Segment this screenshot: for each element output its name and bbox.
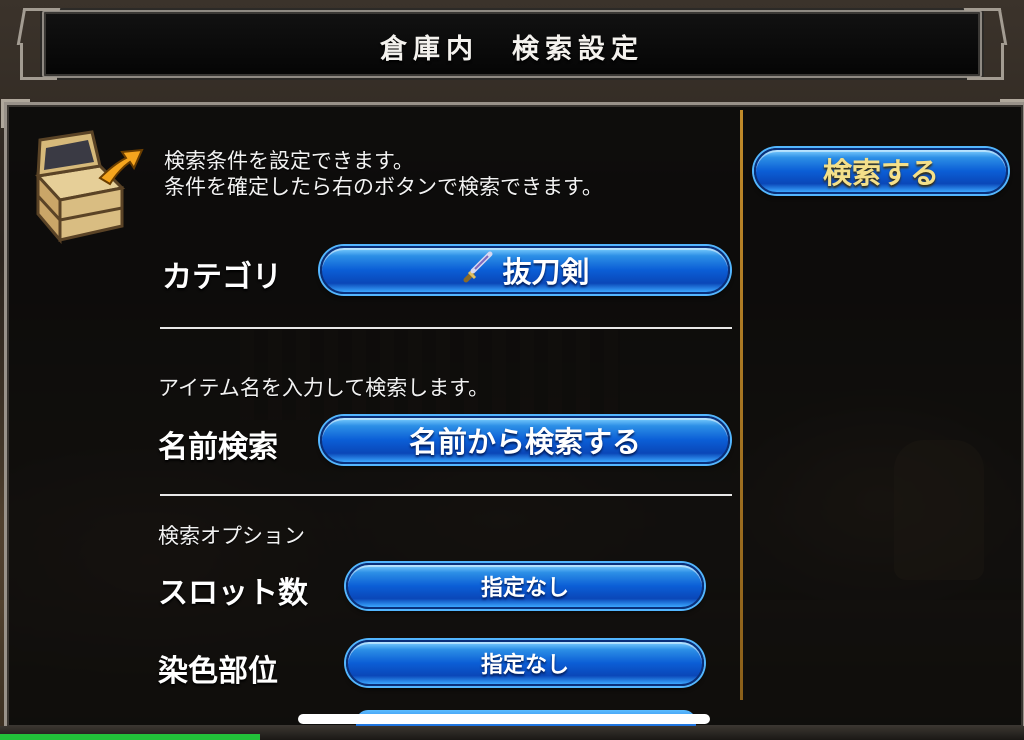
search-options-heading: 検索オプション bbox=[158, 524, 305, 548]
section-divider bbox=[160, 494, 732, 496]
slot-count-label: スロット数 bbox=[158, 576, 308, 611]
slot-count-select-button[interactable]: 指定なし bbox=[346, 563, 704, 609]
frame-corner-ornament bbox=[1, 99, 30, 128]
frame-corner-ornament bbox=[1000, 99, 1024, 128]
search-button[interactable]: 検索する bbox=[754, 148, 1008, 194]
name-search-description: アイテム名を入力して検索します。 bbox=[158, 376, 490, 400]
status-bar-fill bbox=[0, 734, 260, 740]
dye-part-label: 染色部位 bbox=[158, 654, 278, 689]
treasure-chest-icon bbox=[30, 128, 150, 248]
title-bar: 倉庫内 検索設定 bbox=[16, 8, 1008, 80]
sword-icon bbox=[460, 250, 494, 291]
intro-line-2: 条件を確定したら右のボタンで検索できます。 bbox=[164, 175, 603, 199]
name-search-button-label: 名前から検索する bbox=[408, 425, 641, 459]
dye-part-select-button[interactable]: 指定なし bbox=[346, 640, 704, 686]
slot-count-value: 指定なし bbox=[480, 576, 569, 601]
intro-line-1: 検索条件を設定できます。 bbox=[164, 149, 414, 173]
section-divider bbox=[160, 327, 732, 329]
panel-divider-vertical bbox=[740, 110, 743, 700]
intro-description: 検索条件を設定できます。 条件を確定したら右のボタンで検索できます。 bbox=[164, 148, 603, 200]
category-value: 抜刀剣 bbox=[502, 255, 590, 289]
name-search-label: 名前検索 bbox=[158, 430, 278, 465]
category-label: カテゴリ bbox=[162, 260, 282, 295]
page-title: 倉庫内 検索設定 bbox=[380, 34, 644, 65]
name-search-button[interactable]: 名前から検索する bbox=[320, 416, 730, 464]
search-button-label: 検索する bbox=[822, 156, 939, 190]
category-select-button[interactable]: 抜刀剣 bbox=[320, 246, 730, 294]
dye-part-value: 指定なし bbox=[480, 653, 569, 678]
home-indicator[interactable] bbox=[298, 714, 710, 724]
